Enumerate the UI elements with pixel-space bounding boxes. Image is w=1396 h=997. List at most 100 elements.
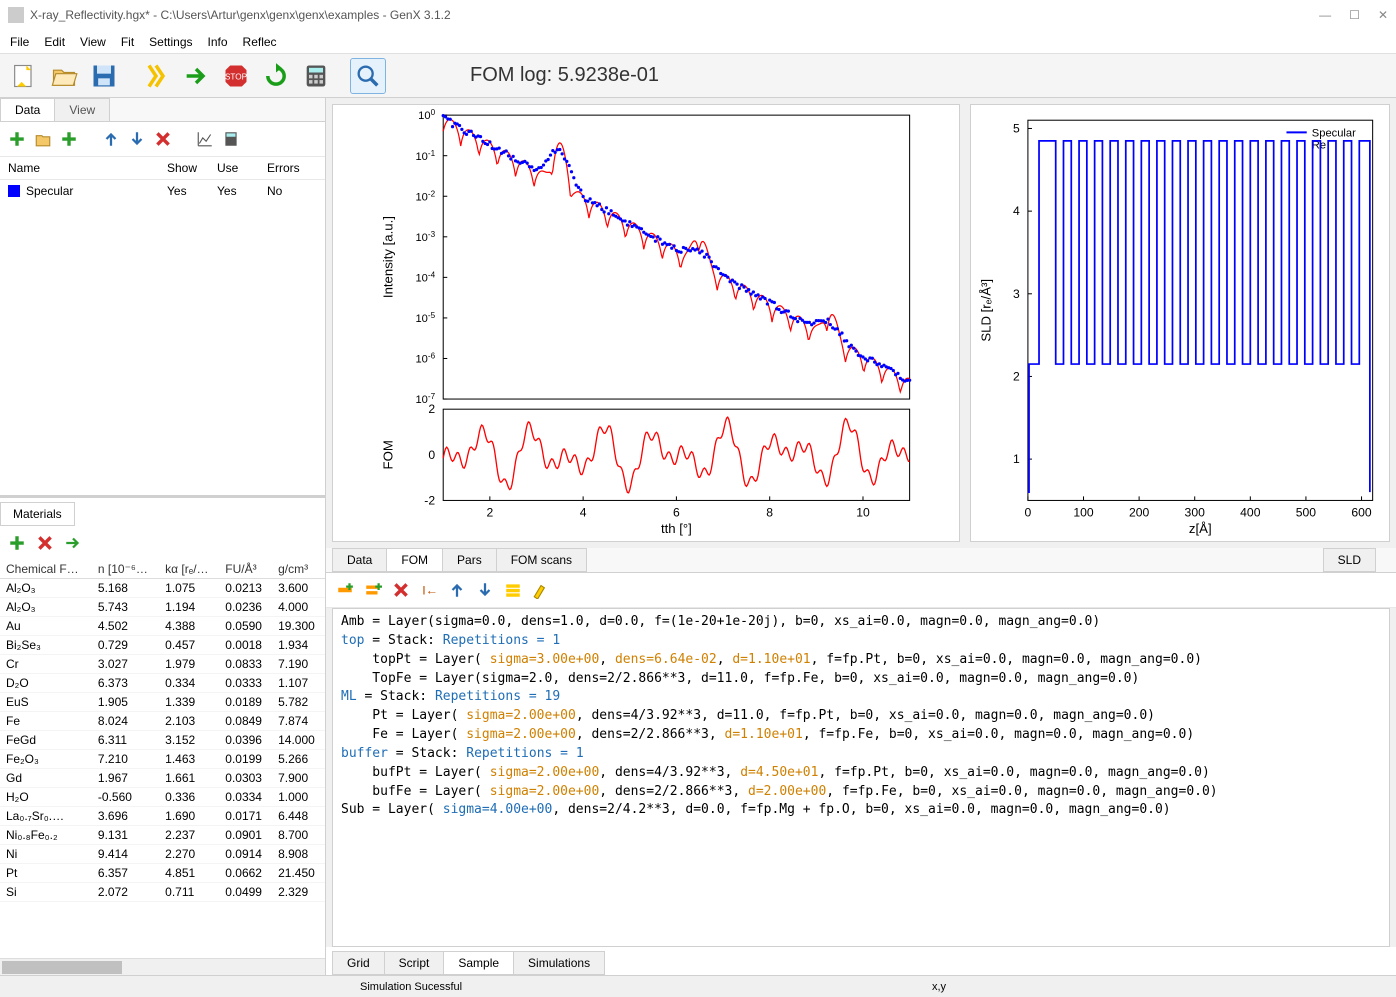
tab-pars[interactable]: Pars [442, 548, 497, 572]
stack-add-icon[interactable] [362, 579, 384, 601]
mat-row[interactable]: Bi₂Se₃0.7290.4570.00181.934 [0, 636, 325, 655]
calculator-button[interactable] [298, 58, 334, 94]
svg-text:10: 10 [856, 506, 870, 520]
menu-view[interactable]: View [80, 35, 106, 49]
sld-tab[interactable]: SLD [1323, 548, 1376, 572]
mat-row[interactable]: Cr3.0271.9790.08337.190 [0, 655, 325, 674]
btab-grid[interactable]: Grid [332, 951, 385, 975]
minimize-button[interactable]: — [1319, 8, 1331, 22]
svg-text:SLD [rₑ/Å³]: SLD [rₑ/Å³] [978, 279, 993, 342]
mat-row[interactable]: Au4.5024.3880.059019.300 [0, 617, 325, 636]
sample-code[interactable]: Amb = Layer(sigma=0.0, dens=1.0, d=0.0, … [332, 608, 1390, 947]
svg-text:Specular: Specular [1312, 127, 1356, 139]
mat-apply-icon[interactable] [62, 532, 84, 554]
menu-file[interactable]: File [10, 35, 29, 49]
svg-text:5: 5 [1013, 122, 1020, 136]
run-button[interactable] [178, 58, 214, 94]
mat-row[interactable]: FeGd6.3113.1520.039614.000 [0, 731, 325, 750]
save-button[interactable] [86, 58, 122, 94]
svg-text:500: 500 [1296, 506, 1317, 520]
col-errors: Errors [267, 161, 317, 175]
menubar: File Edit View Fit Settings Info Reflec [0, 30, 1396, 54]
mat-row[interactable]: D₂O6.3730.3340.03331.107 [0, 674, 325, 693]
mat-del-icon[interactable] [34, 532, 56, 554]
main-toolbar: STOP FOM log: 5.9238e-01 [0, 54, 1396, 98]
svg-text:2: 2 [486, 506, 493, 520]
mat-header[interactable]: Chemical F… [0, 560, 92, 579]
mat-header[interactable]: FU/Å³ [219, 560, 272, 579]
tab-data[interactable]: Data [332, 548, 387, 572]
mat-row[interactable]: Pt6.3574.8510.066221.450 [0, 864, 325, 883]
close-button[interactable]: ✕ [1378, 8, 1388, 22]
mat-row[interactable]: H₂O-0.5600.3360.03341.000 [0, 788, 325, 807]
mat-row[interactable]: Si2.0720.7110.04992.329 [0, 883, 325, 902]
mat-header[interactable]: n [10⁻⁶… [92, 560, 159, 579]
svg-text:200: 200 [1129, 506, 1150, 520]
open-data-icon[interactable] [32, 128, 54, 150]
materials-tab[interactable]: Materials [0, 502, 75, 526]
layer-down-icon[interactable] [474, 579, 496, 601]
dataset-row[interactable]: Specular Yes Yes No [0, 180, 325, 202]
horiz-scrollbar[interactable] [0, 958, 325, 975]
new-button[interactable] [6, 58, 42, 94]
reflectivity-plot[interactable]: 10010-110-210-310-410-510-610-7246810-20… [332, 104, 960, 542]
dataset-name: Specular [26, 184, 167, 198]
mat-row[interactable]: Ni9.4142.2700.09148.908 [0, 845, 325, 864]
stop-button[interactable]: STOP [218, 58, 254, 94]
tab-view[interactable]: View [54, 98, 110, 121]
svg-text:1: 1 [1013, 452, 1020, 466]
tab-fom-scans[interactable]: FOM scans [496, 548, 587, 572]
svg-text:10-3: 10-3 [415, 229, 435, 244]
svg-text:10-2: 10-2 [415, 189, 435, 204]
maximize-button[interactable]: ☐ [1349, 8, 1360, 22]
menu-fit[interactable]: Fit [121, 35, 134, 49]
btab-sample[interactable]: Sample [443, 951, 514, 975]
svg-text:I←: I← [422, 584, 438, 598]
down-icon[interactable] [126, 128, 148, 150]
instrument-icon[interactable] [530, 579, 552, 601]
materials-table[interactable]: Chemical F…n [10⁻⁶…kα [rₑ/…FU/Å³g/cm³Al₂… [0, 560, 325, 958]
svg-text:4: 4 [580, 506, 587, 520]
btab-simulations[interactable]: Simulations [513, 951, 605, 975]
menu-settings[interactable]: Settings [149, 35, 192, 49]
layer-up-icon[interactable] [446, 579, 468, 601]
reload-button[interactable] [258, 58, 294, 94]
tab-fom[interactable]: FOM [386, 548, 443, 572]
mat-row[interactable]: Al₂O₃5.1681.0750.02133.600 [0, 579, 325, 598]
simulate-button[interactable] [138, 58, 174, 94]
layer-add-icon[interactable] [334, 579, 356, 601]
mat-row[interactable]: Fe8.0242.1030.08497.874 [0, 712, 325, 731]
col-show: Show [167, 161, 217, 175]
dataset-errors: No [267, 184, 317, 198]
sample-props-icon[interactable] [502, 579, 524, 601]
col-use: Use [217, 161, 267, 175]
delete-icon[interactable] [152, 128, 174, 150]
mat-header[interactable]: g/cm³ [272, 560, 325, 579]
menu-reflec[interactable]: Reflec [243, 35, 277, 49]
menu-info[interactable]: Info [208, 35, 228, 49]
btab-script[interactable]: Script [384, 951, 445, 975]
mat-row[interactable]: Fe₂O₃7.2101.4630.01995.266 [0, 750, 325, 769]
sld-plot[interactable]: 010020030040050060012345SLD [rₑ/Å³]z[Å]S… [970, 104, 1390, 542]
mat-row[interactable]: Al₂O₃5.7431.1940.02364.000 [0, 598, 325, 617]
fom-label: FOM log: 5.9238e-01 [470, 64, 659, 87]
svg-text:10-1: 10-1 [415, 148, 435, 163]
mat-row[interactable]: Gd1.9671.6610.03037.900 [0, 769, 325, 788]
mat-add-icon[interactable] [6, 532, 28, 554]
layer-del-icon[interactable] [390, 579, 412, 601]
rename-icon[interactable]: I← [418, 579, 440, 601]
tab-data[interactable]: Data [0, 98, 55, 121]
menu-edit[interactable]: Edit [44, 35, 65, 49]
plot-icon[interactable] [194, 128, 216, 150]
mat-row[interactable]: Ni₀.₈Fe₀.₂9.1312.2370.09018.700 [0, 826, 325, 845]
open-button[interactable] [46, 58, 82, 94]
mat-header[interactable]: kα [rₑ/… [159, 560, 219, 579]
mat-row[interactable]: La₀.₇Sr₀.…3.6961.6900.01716.448 [0, 807, 325, 826]
mat-row[interactable]: EuS1.9051.3390.01895.782 [0, 693, 325, 712]
zoom-button[interactable] [350, 58, 386, 94]
add-data-icon[interactable] [6, 128, 28, 150]
add2-icon[interactable] [58, 128, 80, 150]
up-icon[interactable] [100, 128, 122, 150]
svg-text:6: 6 [673, 506, 680, 520]
calc-icon[interactable] [220, 128, 242, 150]
